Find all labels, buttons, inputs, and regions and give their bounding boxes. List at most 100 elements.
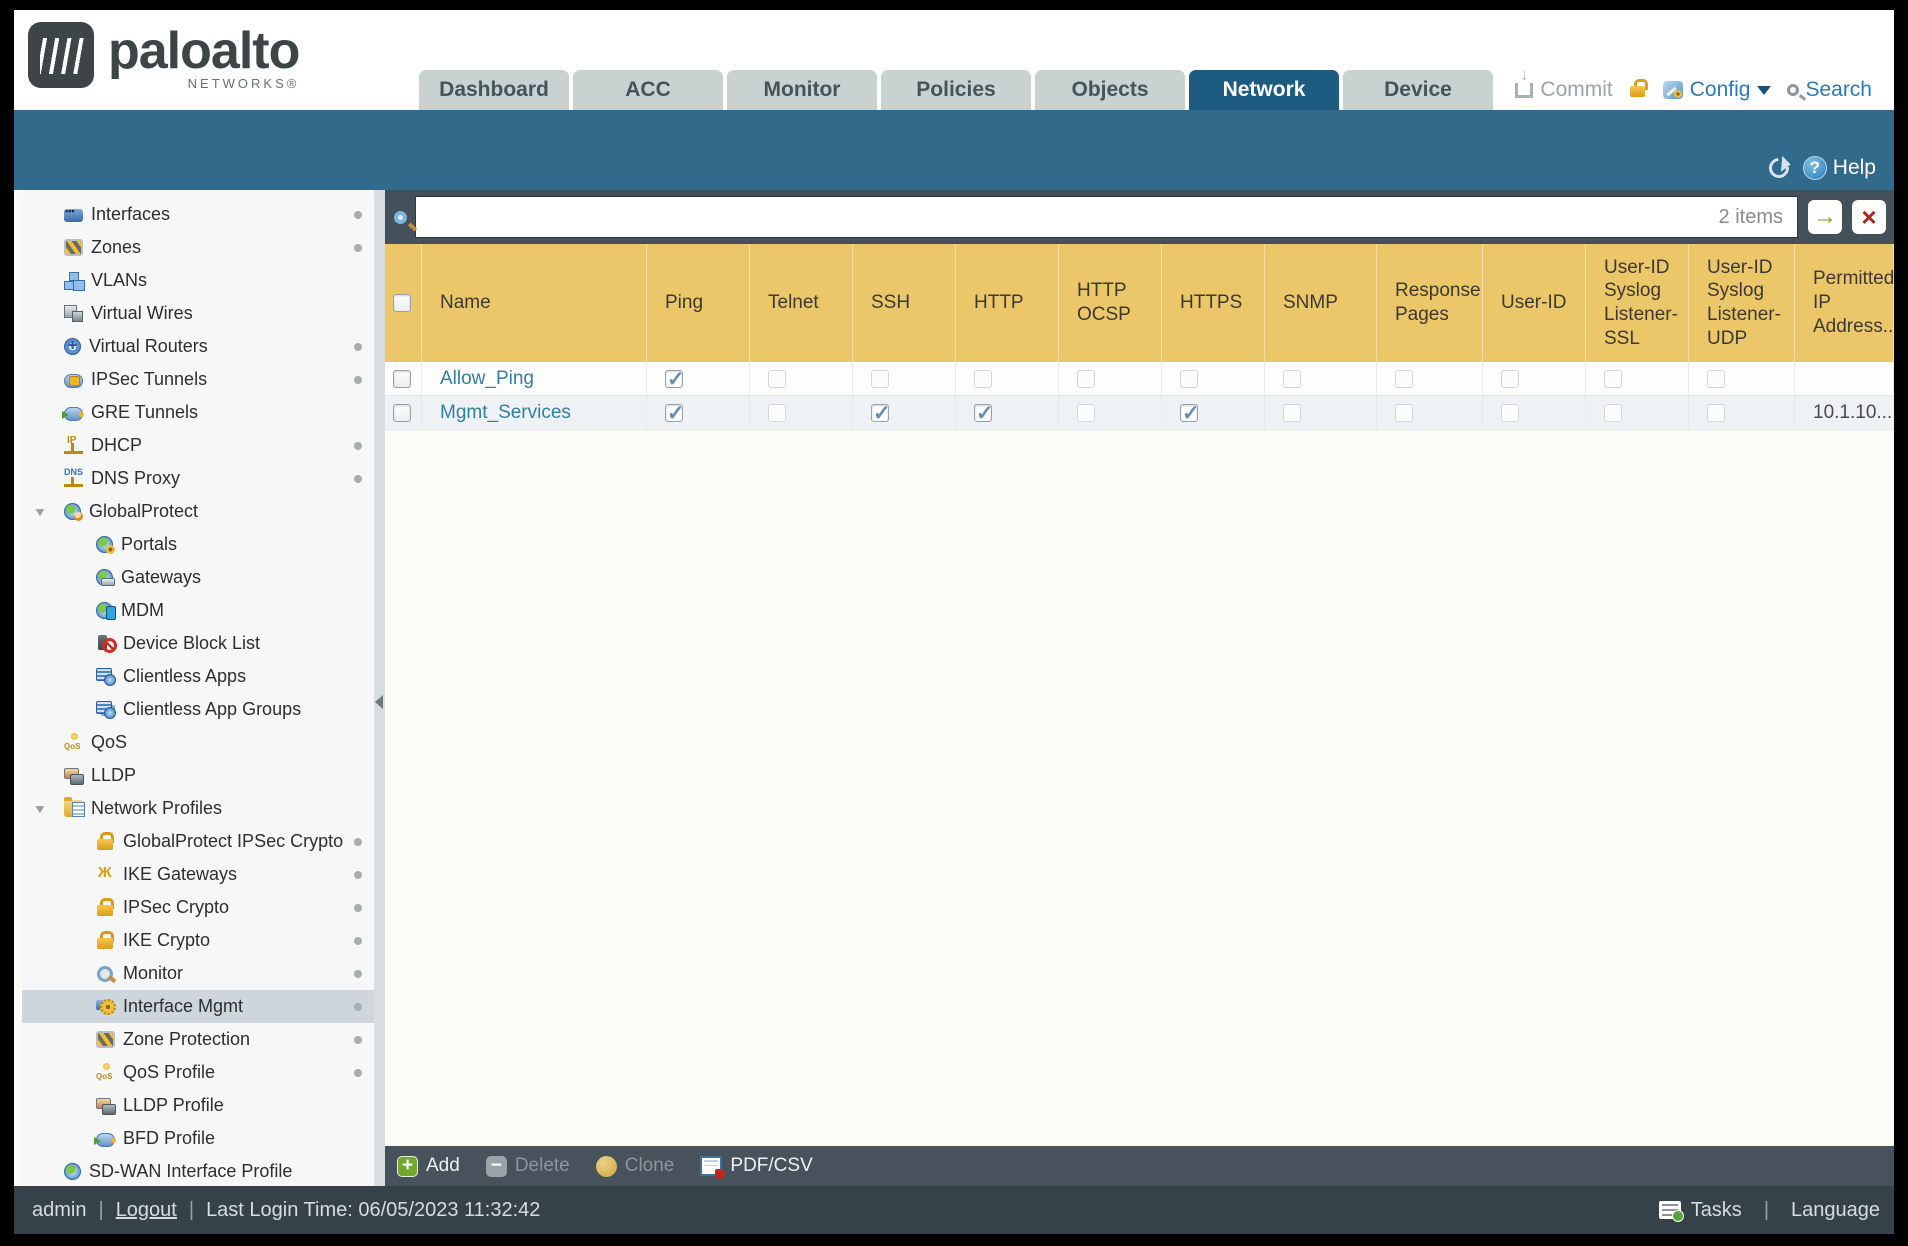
unchecked-checkbox[interactable]	[1395, 403, 1413, 422]
language-link[interactable]: Language	[1791, 1199, 1880, 1222]
sidebar-item-mdm[interactable]: MDM	[22, 594, 374, 627]
tab-dashboard[interactable]: Dashboard	[419, 70, 569, 110]
unchecked-checkbox[interactable]	[1283, 369, 1301, 388]
expander-icon[interactable]: ▼	[33, 802, 48, 816]
table-empty-area	[385, 430, 1894, 1146]
permitted-ip-cell: 10.1.10...	[1795, 396, 1894, 429]
checked-checkbox[interactable]	[665, 401, 685, 426]
unchecked-checkbox[interactable]	[1501, 369, 1519, 388]
sidebar-item-gateways[interactable]: Gateways	[22, 561, 374, 594]
filter-input[interactable]	[416, 197, 1719, 237]
sidebar-item-portals[interactable]: Portals	[22, 528, 374, 561]
sidebar-item-label: Device Block List	[123, 633, 261, 653]
column-header-name[interactable]: Name	[422, 244, 647, 362]
column-header-snmp[interactable]: SNMP	[1265, 244, 1377, 362]
tab-device[interactable]: Device	[1343, 70, 1493, 110]
clear-filter-button[interactable]: ×	[1852, 200, 1886, 234]
checked-checkbox[interactable]	[1180, 401, 1200, 426]
expander-icon[interactable]: ▼	[33, 505, 48, 519]
sidebar-item-monitor[interactable]: Monitor	[22, 957, 374, 990]
tab-acc[interactable]: ACC	[573, 70, 723, 110]
delete-button[interactable]: − Delete	[485, 1155, 570, 1177]
column-header-ping[interactable]: Ping	[647, 244, 750, 362]
sidebar-item-ike-crypto[interactable]: IKE Crypto	[22, 924, 374, 957]
sidebar-item-interfaces[interactable]: Interfaces	[22, 198, 374, 231]
unchecked-checkbox[interactable]	[1501, 403, 1519, 422]
sidebar-item-sd-wan-interface-profile[interactable]: SD-WAN Interface Profile	[22, 1155, 374, 1186]
tab-monitor[interactable]: Monitor	[727, 70, 877, 110]
unchecked-checkbox[interactable]	[1283, 403, 1301, 422]
row-name-link[interactable]: Allow_Ping	[440, 368, 534, 390]
column-header-telnet[interactable]: Telnet	[750, 244, 853, 362]
sidebar-item-network-profiles[interactable]: ▼ Network Profiles	[22, 792, 374, 825]
checked-checkbox[interactable]	[974, 401, 994, 426]
help-button[interactable]: ? Help	[1802, 156, 1876, 180]
sidebar-item-clientless-apps[interactable]: Clientless Apps	[22, 660, 374, 693]
column-header-user-id-syslog-listener-ssl[interactable]: User-ID Syslog Listener-SSL	[1586, 244, 1689, 362]
column-header-response-pages[interactable]: Response Pages	[1377, 244, 1483, 362]
unchecked-checkbox[interactable]	[768, 369, 786, 388]
unchecked-checkbox[interactable]	[1180, 369, 1198, 388]
sidebar-item-virtual-wires[interactable]: Virtual Wires	[22, 297, 374, 330]
sidebar-item-vlans[interactable]: VLANs	[22, 264, 374, 297]
unchecked-checkbox[interactable]	[1077, 369, 1095, 388]
global-search-button[interactable]: Search	[1787, 78, 1872, 102]
sidebar-item-lldp[interactable]: LLDP	[22, 759, 374, 792]
sidebar-item-bfd-profile[interactable]: BFD Profile	[22, 1122, 374, 1155]
clone-button[interactable]: Clone	[595, 1155, 674, 1177]
sidebar-item-qos-profile[interactable]: QoS Profile	[22, 1056, 374, 1089]
unchecked-checkbox[interactable]	[871, 369, 889, 388]
tab-policies[interactable]: Policies	[881, 70, 1031, 110]
row-name-link[interactable]: Mgmt_Services	[440, 402, 571, 424]
checked-checkbox[interactable]	[665, 367, 685, 392]
sidebar-item-globalprotect-ipsec-crypto[interactable]: GlobalProtect IPSec Crypto	[22, 825, 374, 858]
column-header-user-id-syslog-listener-udp[interactable]: User-ID Syslog Listener-UDP	[1689, 244, 1795, 362]
sidebar-item-ipsec-tunnels[interactable]: IPSec Tunnels	[22, 363, 374, 396]
sidebar-item-lldp-profile[interactable]: LLDP Profile	[22, 1089, 374, 1122]
tab-network[interactable]: Network	[1189, 70, 1339, 110]
config-menu-button[interactable]: Config	[1662, 78, 1772, 102]
service-cell-http-ocsp	[1059, 362, 1162, 395]
row-select-checkbox[interactable]	[393, 403, 411, 422]
unchecked-checkbox[interactable]	[1077, 403, 1095, 422]
select-all-checkbox[interactable]	[393, 294, 411, 312]
sidebar-item-device-block-list[interactable]: Device Block List	[22, 627, 374, 660]
sidebar-item-gre-tunnels[interactable]: GRE Tunnels	[22, 396, 374, 429]
lock-icon[interactable]	[1629, 79, 1648, 98]
row-select-checkbox[interactable]	[393, 369, 411, 388]
pdf-csv-button[interactable]: PDF/CSV	[700, 1155, 813, 1179]
column-header-http-ocsp[interactable]: HTTP OCSP	[1059, 244, 1162, 362]
sidebar-item-ipsec-crypto[interactable]: IPSec Crypto	[22, 891, 374, 924]
sidebar-item-virtual-routers[interactable]: Virtual Routers	[22, 330, 374, 363]
tasks-link[interactable]: Tasks	[1691, 1199, 1742, 1222]
add-button[interactable]: + Add	[397, 1155, 460, 1177]
column-header-permitted-ip-address[interactable]: Permitted IP Address...	[1795, 244, 1894, 362]
unchecked-checkbox[interactable]	[1604, 369, 1622, 388]
sidebar-item-globalprotect[interactable]: ▼ GlobalProtect	[22, 495, 374, 528]
sidebar-collapse-strip[interactable]	[374, 190, 385, 1186]
unchecked-checkbox[interactable]	[974, 369, 992, 388]
unchecked-checkbox[interactable]	[1395, 369, 1413, 388]
unchecked-checkbox[interactable]	[1604, 403, 1622, 422]
checked-checkbox[interactable]	[871, 401, 891, 426]
sidebar-item-ike-gateways[interactable]: IKE Gateways	[22, 858, 374, 891]
logout-link[interactable]: Logout	[116, 1199, 177, 1222]
tab-objects[interactable]: Objects	[1035, 70, 1185, 110]
column-header-user-id[interactable]: User-ID	[1483, 244, 1586, 362]
column-header-https[interactable]: HTTPS	[1162, 244, 1265, 362]
column-header-ssh[interactable]: SSH	[853, 244, 956, 362]
commit-button[interactable]: Commit	[1515, 67, 1613, 102]
sidebar-item-zone-protection[interactable]: Zone Protection	[22, 1023, 374, 1056]
apply-filter-button[interactable]: →	[1808, 200, 1842, 234]
sidebar-item-dhcp[interactable]: DHCP	[22, 429, 374, 462]
unchecked-checkbox[interactable]	[1707, 403, 1725, 422]
sidebar-item-clientless-app-groups[interactable]: Clientless App Groups	[22, 693, 374, 726]
sidebar-item-zones[interactable]: Zones	[22, 231, 374, 264]
unchecked-checkbox[interactable]	[1707, 369, 1725, 388]
column-header-http[interactable]: HTTP	[956, 244, 1059, 362]
sidebar-item-interface-mgmt[interactable]: Interface Mgmt	[22, 990, 374, 1023]
sidebar-item-dns-proxy[interactable]: DNS Proxy	[22, 462, 374, 495]
sidebar-item-qos[interactable]: QoS	[22, 726, 374, 759]
refresh-icon[interactable]	[1764, 153, 1793, 183]
unchecked-checkbox[interactable]	[768, 403, 786, 422]
